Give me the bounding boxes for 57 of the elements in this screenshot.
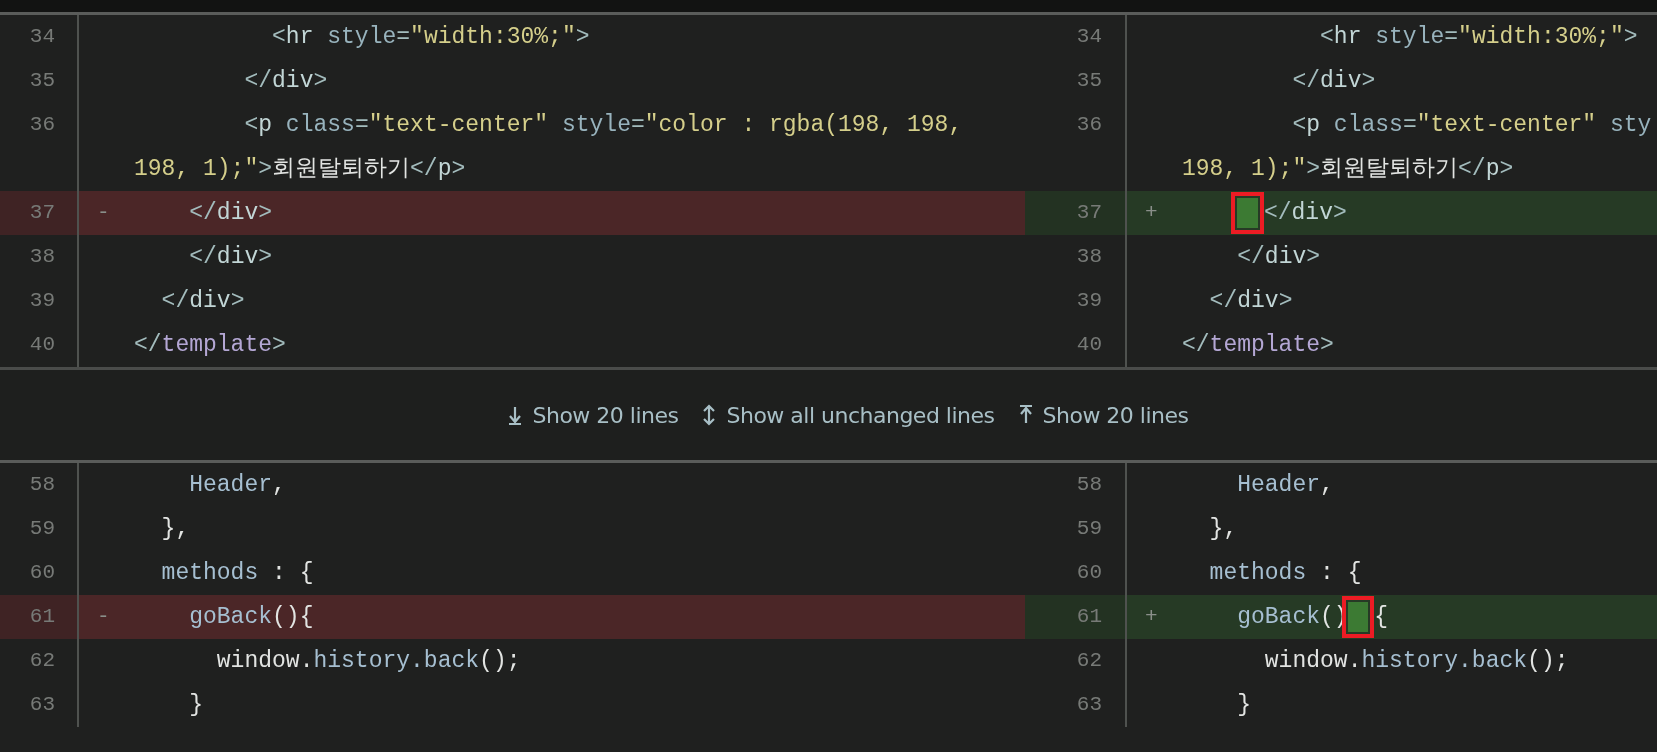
code-line: <hr style="width:30%;"> bbox=[1319, 23, 1638, 52]
code-line: </div> bbox=[1291, 67, 1376, 96]
expand-lines-button[interactable]: Show 20 lines bbox=[1006, 398, 1201, 432]
code-line: goBack(){ bbox=[188, 603, 314, 632]
code-line: Header, bbox=[1236, 471, 1334, 500]
line-number: 37 bbox=[1025, 191, 1127, 235]
code-line: 198, 1);">회원탈퇴하기</p> bbox=[134, 155, 467, 184]
code-line: </div> bbox=[1236, 243, 1321, 272]
line-number: 58 bbox=[1025, 463, 1127, 507]
line-number: 61 bbox=[0, 595, 79, 639]
code-line: </template> bbox=[134, 331, 286, 360]
line-number: 34 bbox=[0, 15, 79, 59]
line-number: 61 bbox=[1025, 595, 1127, 639]
line-number: 62 bbox=[1025, 639, 1127, 683]
line-number: 39 bbox=[1025, 279, 1127, 323]
expand-lines-button[interactable]: Show all unchanged lines bbox=[690, 398, 1007, 432]
line-number: 38 bbox=[0, 235, 79, 279]
code-line: </div> bbox=[160, 287, 245, 316]
code-line: window.history.back(); bbox=[215, 647, 521, 676]
code-line: methods : { bbox=[1208, 559, 1362, 588]
line-number: 35 bbox=[1025, 59, 1127, 103]
line-number: 39 bbox=[0, 279, 79, 323]
line-number: 34 bbox=[1025, 15, 1127, 59]
code-line: </div> bbox=[188, 243, 273, 272]
diff-sign: - bbox=[97, 201, 110, 224]
up-arrow-from-line-icon bbox=[1018, 404, 1033, 426]
code-line: } bbox=[188, 691, 203, 720]
line-number: 58 bbox=[0, 463, 79, 507]
code-line: </template> bbox=[1182, 331, 1334, 360]
code-line: <hr style="width:30%;"> bbox=[271, 23, 590, 52]
diff-sign: + bbox=[1145, 605, 1158, 628]
code-line: <p class="text-center" sty bbox=[1291, 111, 1652, 140]
diff-sign: + bbox=[1145, 201, 1158, 224]
code-line: }, bbox=[1208, 515, 1238, 544]
code-line: </div> bbox=[188, 199, 273, 228]
line-number: 38 bbox=[1025, 235, 1127, 279]
code-line: }, bbox=[160, 515, 190, 544]
line-number: 62 bbox=[0, 639, 79, 683]
up-down-arrow-icon bbox=[702, 404, 717, 426]
line-number: 59 bbox=[0, 507, 79, 551]
code-line: </div> bbox=[243, 67, 328, 96]
expand-lines-button[interactable]: Show 20 lines bbox=[496, 398, 691, 432]
code-line: methods : { bbox=[160, 559, 314, 588]
diff-sign: - bbox=[97, 605, 110, 628]
down-arrow-to-line-icon bbox=[508, 404, 523, 426]
line-number: 63 bbox=[1025, 683, 1127, 727]
line-number: 63 bbox=[0, 683, 79, 727]
code-line: </div> bbox=[1208, 287, 1293, 316]
code-line: window.history.back(); bbox=[1263, 647, 1569, 676]
code-line: <p class="text-center" style="color : rgba(198, 198, bbox=[243, 111, 963, 140]
line-number: 59 bbox=[1025, 507, 1127, 551]
code-line: 198, 1);">회원탈퇴하기</p> bbox=[1182, 155, 1515, 184]
code-line: </div> bbox=[1182, 191, 1347, 235]
code-line: Header, bbox=[188, 471, 286, 500]
line-number: 35 bbox=[0, 59, 79, 103]
line-number: 37 bbox=[0, 191, 79, 235]
code-line: } bbox=[1236, 691, 1251, 720]
